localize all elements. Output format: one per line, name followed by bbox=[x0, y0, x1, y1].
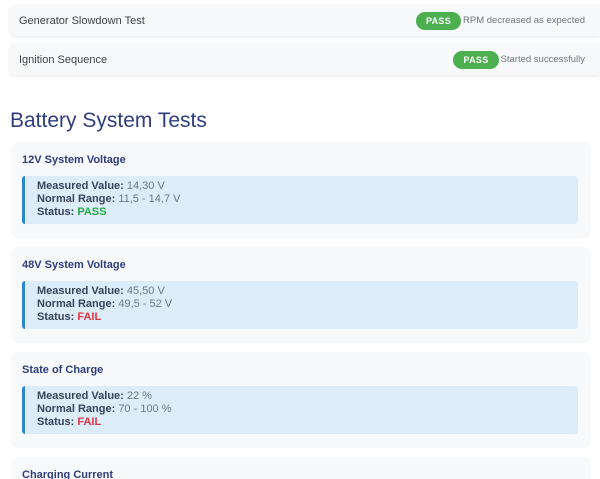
normal-range-line: Normal Range: 49,5 - 52 V bbox=[37, 298, 566, 311]
result-box: Measured Value: 22 % Normal Range: 70 - … bbox=[22, 386, 578, 434]
section-title: Battery System Tests bbox=[10, 109, 600, 133]
normal-range-label: Normal Range: bbox=[37, 403, 115, 415]
card-12v-system-voltage: 12V System Voltage Measured Value: 14,30… bbox=[12, 142, 590, 236]
test-result-list: Generator Slowdown Test PASS RPM decreas… bbox=[0, 0, 600, 75]
normal-range-line: Normal Range: 11,5 - 14,7 V bbox=[37, 193, 566, 206]
normal-range-value: 11,5 - 14,7 V bbox=[118, 193, 180, 205]
card-48v-system-voltage: 48V System Voltage Measured Value: 45,50… bbox=[12, 247, 590, 341]
measured-value-line: Measured Value: 45,50 V bbox=[37, 285, 566, 298]
card-title: 12V System Voltage bbox=[22, 154, 578, 166]
test-report-page: Generator Slowdown Test PASS RPM decreas… bbox=[0, 0, 600, 479]
test-description: Started successfully bbox=[501, 54, 585, 65]
test-result-group: PASS Started successfully bbox=[453, 51, 585, 69]
card-title: Charging Current bbox=[22, 469, 578, 479]
test-name: Generator Slowdown Test bbox=[19, 15, 145, 27]
status-label: Status: bbox=[37, 311, 74, 323]
card-charging-current: Charging Current bbox=[12, 457, 590, 479]
measured-value: 45,50 V bbox=[127, 285, 165, 297]
measured-value: 22 % bbox=[127, 390, 152, 402]
measured-value-label: Measured Value: bbox=[37, 390, 124, 402]
measured-value-line: Measured Value: 14,30 V bbox=[37, 180, 566, 193]
status-label: Status: bbox=[37, 206, 74, 218]
status-value: FAIL bbox=[77, 311, 101, 323]
test-description: RPM decreased as expected bbox=[463, 15, 585, 26]
result-box: Measured Value: 45,50 V Normal Range: 49… bbox=[22, 281, 578, 329]
measured-value-line: Measured Value: 22 % bbox=[37, 390, 566, 403]
normal-range-label: Normal Range: bbox=[37, 193, 115, 205]
card-title: State of Charge bbox=[22, 364, 578, 376]
status-value: FAIL bbox=[77, 416, 101, 428]
status-line: Status: FAIL bbox=[37, 311, 566, 324]
measured-value-label: Measured Value: bbox=[37, 180, 124, 192]
status-line: Status: FAIL bbox=[37, 416, 566, 429]
test-row-ignition-sequence[interactable]: Ignition Sequence PASS Started successfu… bbox=[10, 44, 600, 75]
normal-range-line: Normal Range: 70 - 100 % bbox=[37, 403, 566, 416]
status-badge: PASS bbox=[453, 51, 498, 69]
measured-value: 14,30 V bbox=[127, 180, 165, 192]
normal-range-value: 70 - 100 % bbox=[118, 403, 171, 415]
test-row-generator-slowdown[interactable]: Generator Slowdown Test PASS RPM decreas… bbox=[10, 5, 600, 36]
status-label: Status: bbox=[37, 416, 74, 428]
status-badge: PASS bbox=[416, 12, 461, 30]
status-line: Status: PASS bbox=[37, 206, 566, 219]
test-result-group: PASS RPM decreased as expected bbox=[416, 12, 585, 30]
measured-value-label: Measured Value: bbox=[37, 285, 124, 297]
normal-range-value: 49,5 - 52 V bbox=[118, 298, 172, 310]
normal-range-label: Normal Range: bbox=[37, 298, 115, 310]
status-value: PASS bbox=[77, 206, 106, 218]
card-state-of-charge: State of Charge Measured Value: 22 % Nor… bbox=[12, 352, 590, 446]
test-name: Ignition Sequence bbox=[19, 54, 107, 66]
result-box: Measured Value: 14,30 V Normal Range: 11… bbox=[22, 176, 578, 224]
card-title: 48V System Voltage bbox=[22, 259, 578, 271]
